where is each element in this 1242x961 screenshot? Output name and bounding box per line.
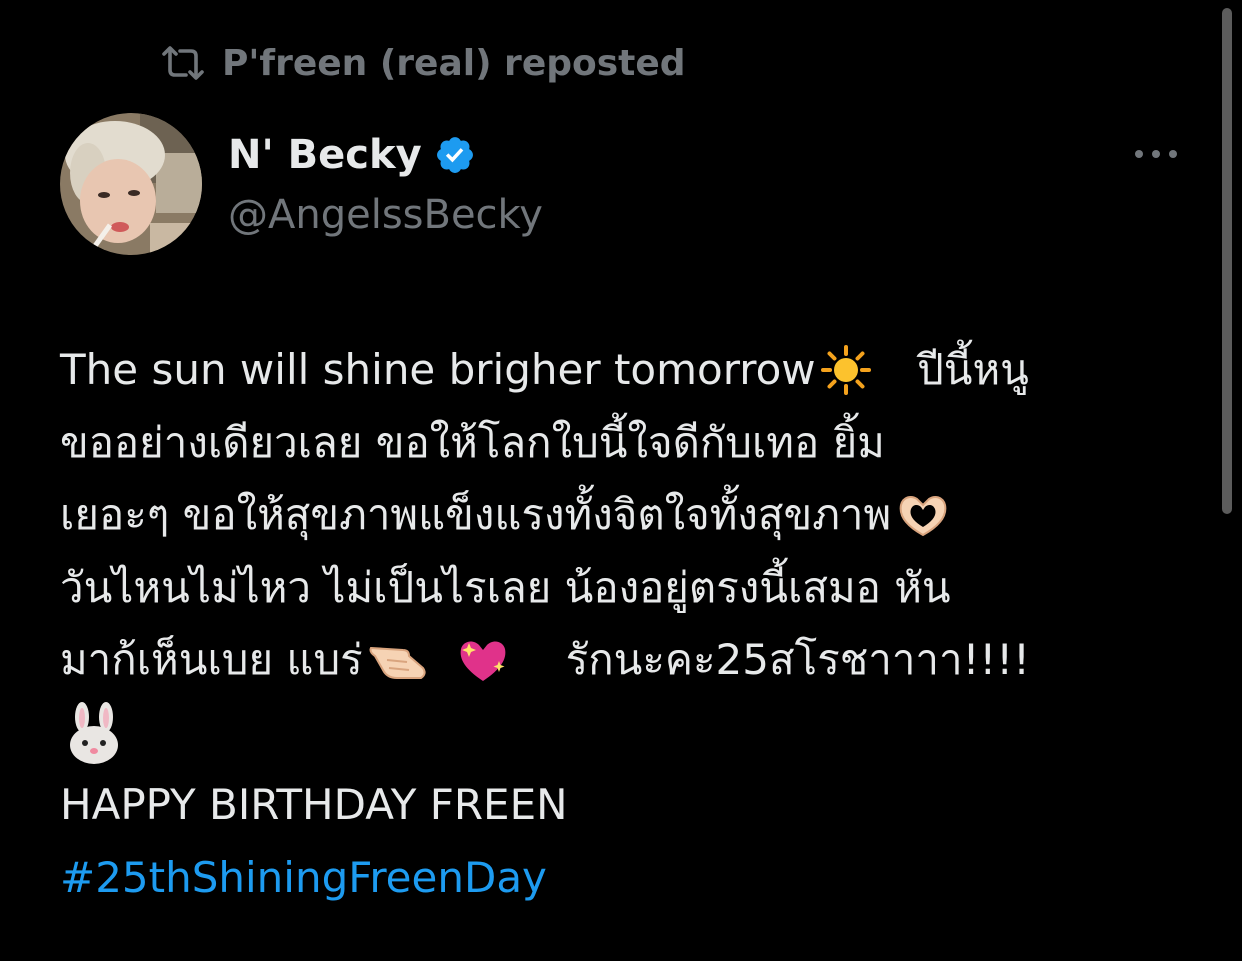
hashtag-link[interactable]: #25thShiningFreenDay xyxy=(60,842,547,915)
repost-icon xyxy=(160,45,206,81)
tweet-line: HAPPY BIRTHDAY FREEN xyxy=(60,769,1160,842)
tweet-line: เยอะๆ ขอให้สุขภาพแข็งแรงทั้งจิตใจทั้งสุข… xyxy=(60,479,1160,552)
tweet-line xyxy=(60,697,1160,770)
display-name[interactable]: N' Becky xyxy=(228,132,422,178)
verified-badge-icon[interactable] xyxy=(434,134,476,176)
more-options-button[interactable] xyxy=(1128,136,1184,172)
tweet-text: The sun will shine brigher tomorrow ปีนี… xyxy=(60,334,1160,914)
scrollbar[interactable] xyxy=(1222,8,1232,514)
repost-context[interactable]: P'freen (real) reposted xyxy=(160,38,686,88)
tweet-line: The sun will shine brigher tomorrow ปีนี… xyxy=(60,334,1160,407)
tweet-line-text: รักนะคะ25สโรชาาาา!!!! xyxy=(538,635,1030,684)
tweet-line-text: The sun will shine brigher tomorrow xyxy=(60,345,816,394)
repost-label: P'freen (real) reposted xyxy=(222,42,686,84)
author-name-row[interactable]: N' Becky xyxy=(228,126,476,184)
tweet-line: #25thShiningFreenDay xyxy=(60,842,1160,915)
tweet-line: มาก้เห็นเบย แบร่ รักนะคะ25สโรชาาาา!!!! xyxy=(60,624,1160,697)
tweet-line: ขออย่างเดียวเลย ขอให้โลกใบนี้ใจดีกับเทอ … xyxy=(60,407,1160,480)
author-handle[interactable]: @AngelssBecky xyxy=(228,190,543,240)
tweet-line: วันไหนไม่ไหว ไม่เป็นไรเลย น้องอยู่ตรงนี้… xyxy=(60,552,1160,625)
more-options-icon xyxy=(1135,150,1177,158)
tweet-line-text: ขออย่างเดียวเลย ขอให้โลกใบนี้ใจดีกับเทอ … xyxy=(60,417,885,467)
tweet-line-text: HAPPY BIRTHDAY FREEN xyxy=(60,780,568,829)
avatar[interactable] xyxy=(60,113,202,255)
